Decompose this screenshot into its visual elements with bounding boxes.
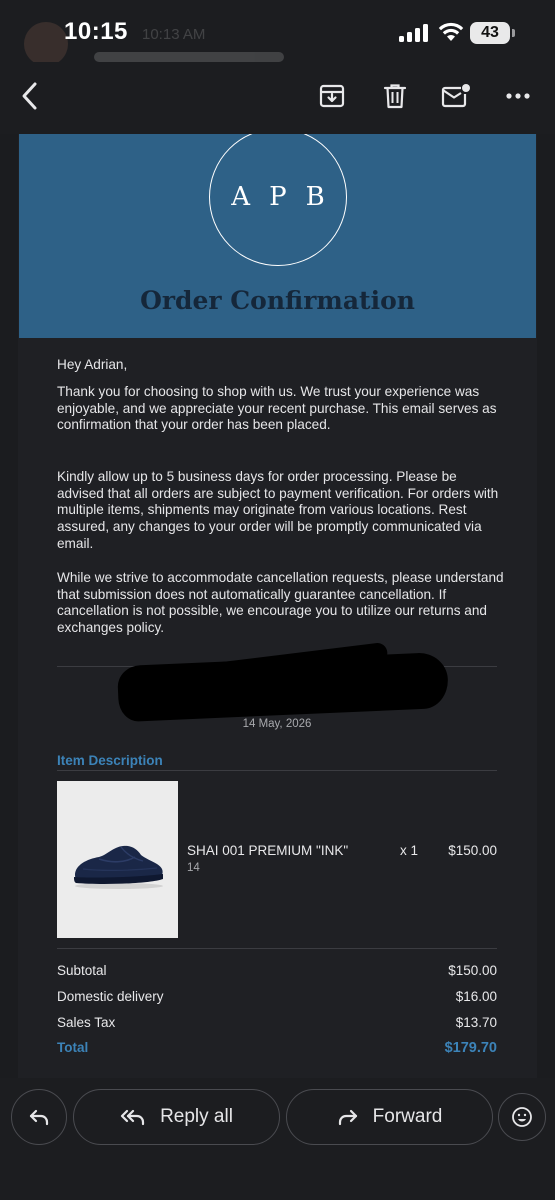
- forward-label: Forward: [372, 1106, 443, 1127]
- reply-icon: [29, 1109, 49, 1126]
- reply-action-bar: Reply all Forward: [0, 1078, 555, 1200]
- sender-avatar: [24, 22, 68, 66]
- product-price: $150.00: [448, 843, 497, 858]
- emoji-reaction-button[interactable]: [498, 1093, 546, 1141]
- brand-logo-text: APB: [231, 182, 344, 212]
- paragraph-processing: Kindly allow up to 5 business days for o…: [57, 469, 499, 551]
- total-label: Total: [57, 1040, 89, 1055]
- delivery-value: $16.00: [455, 989, 497, 1004]
- reply-all-label: Reply all: [160, 1106, 233, 1127]
- more-icon: [506, 93, 530, 99]
- sales-tax-row: Sales Tax $13.70: [57, 1015, 497, 1035]
- faded-sender-time: 10:13 AM: [142, 26, 206, 43]
- email-header-banner: APB Order Confirmation: [19, 134, 536, 338]
- divider: [57, 948, 497, 949]
- total-row: Total $179.70: [57, 1040, 497, 1060]
- paragraph-thanks: Thank you for choosing to shop with us. …: [57, 384, 497, 433]
- more-options-button[interactable]: [498, 76, 538, 116]
- back-icon: [22, 82, 37, 110]
- product-name: SHAI 001 PREMIUM "INK": [187, 843, 349, 858]
- emoji-icon: [512, 1107, 532, 1127]
- archive-icon: [319, 84, 345, 108]
- cellular-signal-icon: [399, 24, 429, 42]
- delete-button[interactable]: [375, 76, 415, 116]
- subtotal-row: Subtotal $150.00: [57, 963, 497, 983]
- archive-button[interactable]: [312, 76, 352, 116]
- shoe-illustration: [74, 845, 163, 889]
- email-body: APB Order Confirmation Hey Adrian, Thank…: [18, 134, 537, 1078]
- delivery-label: Domestic delivery: [57, 989, 164, 1004]
- product-size: 14: [187, 862, 200, 874]
- brand-logo: APB: [209, 134, 347, 266]
- clock: 10:15: [64, 18, 128, 45]
- sales-tax-label: Sales Tax: [57, 1015, 116, 1030]
- greeting: Hey Adrian,: [57, 357, 128, 372]
- faded-sender-address: [94, 52, 284, 62]
- battery-cap: [512, 29, 515, 37]
- total-value: $179.70: [444, 1040, 497, 1056]
- reply-all-button[interactable]: Reply all: [73, 1089, 280, 1145]
- mark-unread-button[interactable]: [436, 76, 476, 116]
- status-bar: 10:13 AM 10:15 43: [0, 0, 555, 66]
- email-toolbar: [0, 62, 555, 134]
- paragraph-cancellation: While we strive to accommodate cancellat…: [57, 570, 504, 636]
- wifi-icon: [438, 22, 464, 41]
- delivery-row: Domestic delivery $16.00: [57, 989, 497, 1009]
- reply-all-icon: [120, 1109, 145, 1126]
- divider: [57, 770, 497, 771]
- sales-tax-value: $13.70: [455, 1015, 497, 1030]
- forward-icon: [338, 1109, 357, 1126]
- email-title: Order Confirmation: [140, 286, 415, 315]
- battery-indicator: 43: [470, 22, 510, 44]
- back-button[interactable]: [10, 76, 50, 116]
- reply-button[interactable]: [11, 1089, 67, 1145]
- product-image[interactable]: [57, 781, 178, 938]
- trash-icon: [383, 84, 407, 109]
- mark-unread-icon: [441, 84, 470, 108]
- forward-button[interactable]: Forward: [286, 1089, 493, 1145]
- subtotal-label: Subtotal: [57, 963, 107, 978]
- order-date: 14 May, 2026: [242, 718, 312, 730]
- subtotal-value: $150.00: [448, 963, 497, 978]
- item-description-header: Item Description: [57, 753, 163, 768]
- product-quantity: x 1: [400, 843, 419, 858]
